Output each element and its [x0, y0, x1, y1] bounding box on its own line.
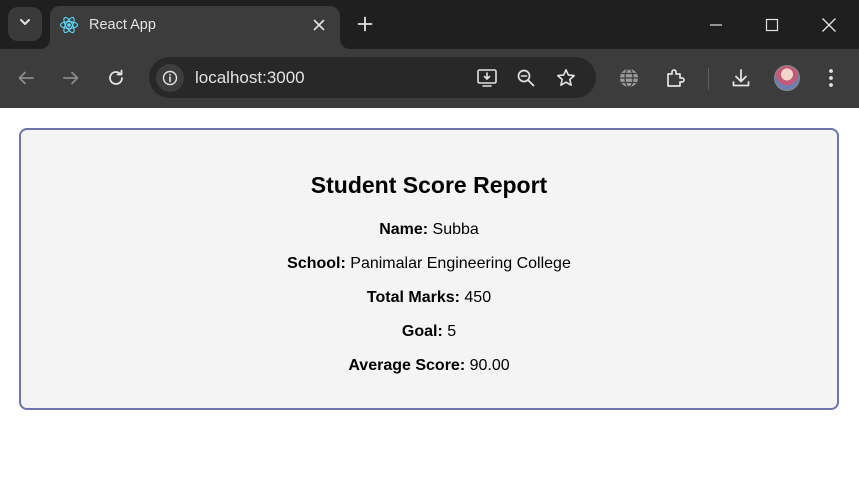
report-title: Student Score Report [310, 172, 548, 198]
chevron-down-icon [18, 15, 32, 34]
field-name: Name: Subba [21, 221, 837, 239]
tab-strip: React App [0, 0, 859, 49]
install-app-icon[interactable] [475, 66, 499, 90]
tab-title: React App [89, 17, 156, 33]
info-icon[interactable] [156, 64, 184, 92]
field-label: School: [287, 255, 346, 272]
field-value: Subba [432, 221, 479, 238]
toolbar-divider [708, 68, 709, 90]
more-vert-icon[interactable] [816, 63, 846, 93]
field-label: Total Marks: [366, 289, 460, 306]
maximize-icon[interactable] [744, 0, 800, 49]
extensions-icon[interactable] [660, 63, 690, 93]
react-favicon-icon [59, 15, 79, 35]
browser-toolbar: localhost:3000 [0, 49, 859, 108]
field-value: 450 [464, 289, 492, 306]
field-value: 5 [447, 323, 457, 340]
field-value: 90.00 [469, 357, 510, 374]
window-close-icon[interactable] [801, 0, 857, 49]
translate-icon[interactable] [614, 63, 644, 93]
plus-icon[interactable] [354, 13, 376, 35]
forward-arrow-icon[interactable] [56, 63, 86, 93]
tab-react-app[interactable]: React App [50, 6, 340, 49]
address-bar[interactable]: localhost:3000 [149, 57, 596, 98]
minimize-icon[interactable] [688, 0, 744, 49]
url-text[interactable]: localhost:3000 [195, 68, 305, 88]
field-label: Goal: [401, 323, 443, 340]
close-icon[interactable] [308, 14, 330, 36]
field-goal: Goal: 5 [21, 323, 837, 341]
tab-search-button[interactable] [8, 7, 42, 41]
avatar[interactable] [774, 65, 800, 91]
download-icon[interactable] [726, 63, 756, 93]
field-school: School: Panimalar Engineering College [21, 255, 837, 273]
reload-icon[interactable] [101, 63, 131, 93]
zoom-out-icon[interactable] [514, 66, 538, 90]
page-viewport: Student Score Report Name: Subba School:… [0, 108, 859, 502]
field-value: Panimalar Engineering College [350, 255, 571, 272]
field-total-marks: Total Marks: 450 [21, 289, 837, 307]
field-label: Name: [379, 221, 429, 238]
field-label: Average Score: [348, 357, 466, 374]
star-icon[interactable] [554, 66, 578, 90]
field-average-score: Average Score: 90.00 [21, 357, 837, 375]
back-arrow-icon[interactable] [11, 63, 41, 93]
score-report-card: Student Score Report Name: Subba School:… [19, 128, 839, 410]
